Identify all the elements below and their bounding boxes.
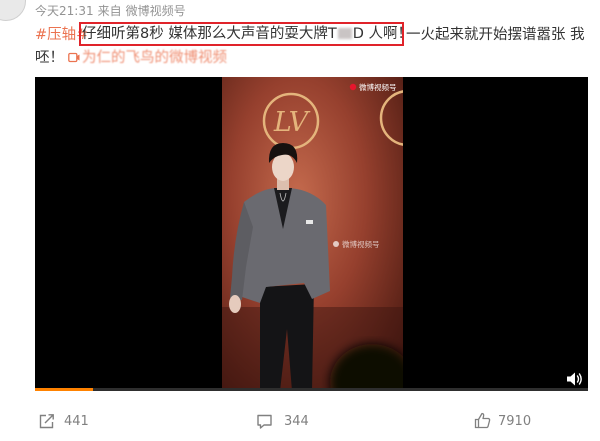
comment-count[interactable]: 344 bbox=[284, 413, 309, 430]
person-face bbox=[272, 153, 294, 181]
source-prefix: 来自 bbox=[97, 4, 122, 18]
like-count[interactable]: 7910 bbox=[498, 413, 531, 430]
thumbs-up-icon[interactable] bbox=[474, 412, 491, 429]
speaker-icon[interactable] bbox=[566, 371, 583, 387]
share-count[interactable]: 441 bbox=[64, 413, 89, 430]
watermark-top-text: 微博视频号 bbox=[359, 82, 397, 92]
progress-fill bbox=[35, 388, 94, 391]
pocket-square bbox=[306, 220, 313, 224]
weibo-logo-icon bbox=[333, 241, 339, 247]
post-text-rest: 一火起来就开始摆谱嚣张 我 bbox=[406, 27, 585, 43]
video-source-link[interactable]: 为仁的飞鸟的微博视频 bbox=[82, 48, 227, 68]
video-frame: LV 微博视频号 微博视频号 bbox=[222, 77, 403, 391]
post-time: 今天21:31 bbox=[35, 4, 94, 18]
logo-letters: LV bbox=[273, 107, 311, 138]
source-link[interactable]: 微博视频号 bbox=[126, 4, 186, 18]
highlight-box: 仔细听第8秒 媒体那么大声音的耍大牌T D 人啊！ bbox=[79, 22, 412, 46]
avatar[interactable] bbox=[0, 0, 26, 21]
post-text-line2: 呸！ bbox=[35, 50, 64, 66]
weibo-logo-icon bbox=[349, 83, 357, 91]
share-icon[interactable] bbox=[38, 413, 55, 430]
censored-text-blur bbox=[337, 28, 352, 39]
person-hand bbox=[229, 295, 241, 313]
highlight-text-before: 仔细听第8秒 媒体那么大声音的耍大牌T bbox=[82, 26, 337, 42]
highlight-text-after: D 人啊！ bbox=[352, 26, 412, 42]
video-camera-icon bbox=[68, 52, 80, 63]
progress-bar[interactable] bbox=[35, 388, 588, 391]
video-player[interactable]: LV 微博视频号 微博视频号 bbox=[35, 77, 588, 391]
post-meta: 今天21:31 来自 微博视频号 bbox=[35, 3, 190, 19]
comment-icon[interactable] bbox=[256, 413, 273, 430]
watermark-mid-text: 微博视频号 bbox=[342, 239, 380, 249]
